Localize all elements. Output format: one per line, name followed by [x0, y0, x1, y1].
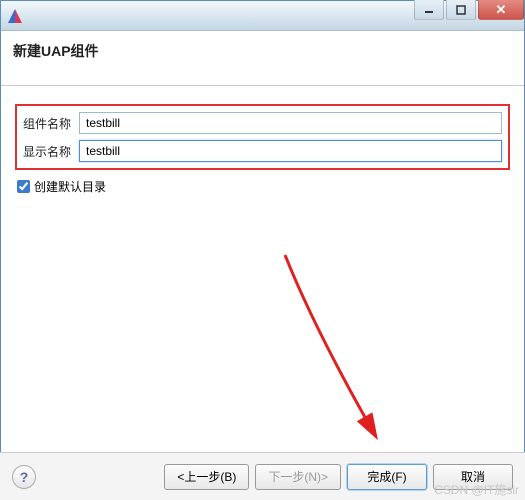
component-name-label: 组件名称: [23, 115, 79, 132]
finish-button[interactable]: 完成(F): [347, 464, 427, 490]
highlighted-fields: 组件名称 显示名称: [15, 104, 510, 170]
help-icon: ?: [20, 469, 29, 485]
minimize-icon: [424, 6, 434, 14]
component-name-row: 组件名称: [23, 112, 502, 134]
create-default-dirs-checkbox[interactable]: [17, 180, 30, 193]
window-controls: ✕: [414, 0, 524, 20]
display-name-row: 显示名称: [23, 140, 502, 162]
close-icon: ✕: [496, 2, 507, 18]
app-logo-icon: [7, 8, 23, 24]
maximize-icon: [456, 5, 466, 15]
display-name-label: 显示名称: [23, 143, 79, 160]
dialog-content: 组件名称 显示名称 创建默认目录: [1, 86, 524, 205]
minimize-button[interactable]: [414, 0, 444, 20]
next-button: 下一步(N)>: [255, 464, 341, 490]
back-button[interactable]: <上一步(B): [164, 464, 249, 490]
maximize-button[interactable]: [446, 0, 476, 20]
dialog-window: ✕ 新建UAP组件 组件名称 显示名称 创建默认目录 ? <上一步(B) 下一: [0, 0, 525, 500]
close-button[interactable]: ✕: [478, 0, 524, 20]
dialog-header: 新建UAP组件: [1, 31, 524, 86]
dialog-footer: ? <上一步(B) 下一步(N)> 完成(F) 取消: [0, 452, 525, 500]
dialog-title: 新建UAP组件: [13, 41, 99, 61]
cancel-button[interactable]: 取消: [433, 464, 513, 490]
create-default-dirs-row: 创建默认目录: [15, 178, 510, 195]
titlebar: ✕: [1, 1, 524, 31]
display-name-input[interactable]: [79, 140, 502, 162]
create-default-dirs-label: 创建默认目录: [34, 178, 106, 195]
component-name-input[interactable]: [79, 112, 502, 134]
help-button[interactable]: ?: [12, 465, 36, 489]
